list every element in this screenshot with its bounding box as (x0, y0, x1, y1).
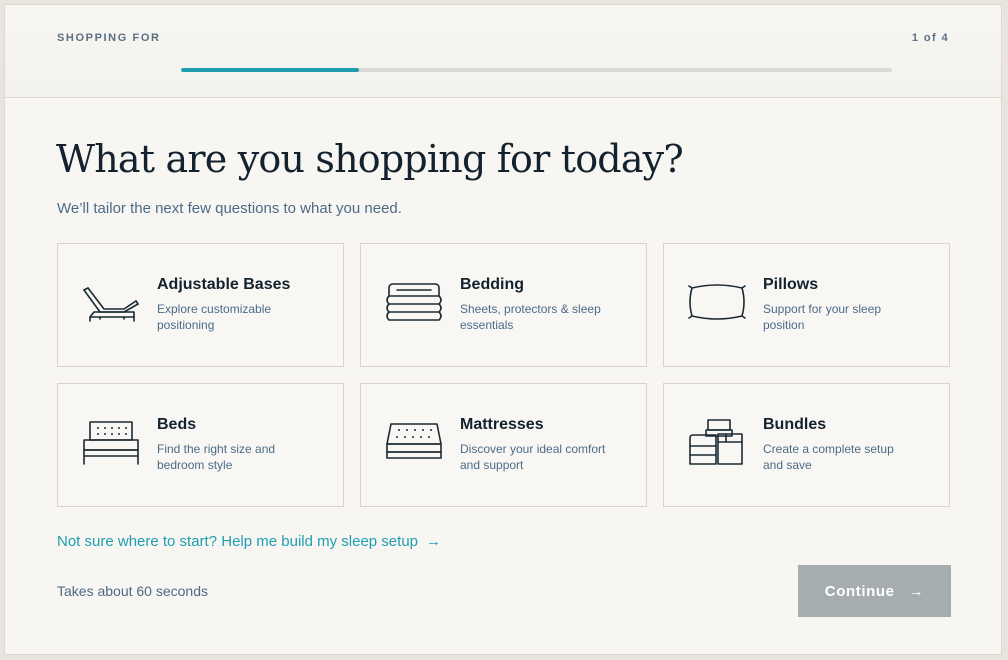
category-description: Discover your ideal comfort and support (460, 442, 606, 472)
category-description: Support for your sleep position (763, 302, 882, 332)
arrow-right-icon: → (426, 533, 442, 550)
page-title: What are you shopping for today? (56, 137, 684, 181)
category-card-pillows[interactable]: Pillows Support for your sleep position (663, 243, 950, 367)
category-grid: Adjustable Bases Explore customizable po… (57, 243, 951, 507)
mattress-icon (383, 416, 445, 476)
adjustable-base-icon (80, 276, 142, 336)
time-estimate: Takes about 60 seconds (57, 583, 208, 599)
category-card-bedding[interactable]: Bedding Sheets, protectors & sleep essen… (360, 243, 647, 367)
category-title: Bundles (763, 416, 827, 433)
bed-icon (80, 416, 142, 476)
step-label: SHOPPING FOR (57, 32, 161, 44)
category-title: Bedding (460, 276, 524, 293)
category-description: Find the right size and bedroom style (157, 442, 276, 472)
category-title: Pillows (763, 276, 819, 293)
arrow-right-icon: → (908, 582, 925, 600)
bedding-icon (383, 276, 445, 336)
page-subtitle: We’ll tailor the next few questions to w… (57, 200, 402, 217)
step-count: 1 of 4 (911, 32, 949, 44)
category-title: Mattresses (460, 416, 544, 433)
category-card-adjustable-bases[interactable]: Adjustable Bases Explore customizable po… (57, 243, 344, 367)
category-card-beds[interactable]: Beds Find the right size and bedroom sty… (57, 383, 344, 507)
category-description: Sheets, protectors & sleep essentials (460, 302, 601, 332)
category-title: Adjustable Bases (157, 276, 291, 293)
continue-label: Continue (824, 582, 895, 600)
bundle-icon (686, 416, 748, 476)
help-link-text: Not sure where to start? Help me build m… (57, 533, 419, 550)
category-description: Explore customizable positioning (157, 302, 272, 332)
help-me-build-link[interactable]: Not sure where to start? Help me build m… (57, 533, 441, 550)
progress-header: SHOPPING FOR 1 of 4 (5, 5, 1001, 98)
progress-fill (181, 68, 359, 72)
category-description: Create a complete setup and save (763, 442, 894, 472)
wizard-panel: SHOPPING FOR 1 of 4 What are you shoppin… (4, 4, 1002, 655)
category-title: Beds (157, 416, 197, 433)
progress-bar (181, 68, 892, 72)
pillow-icon (686, 276, 748, 336)
category-card-mattresses[interactable]: Mattresses Discover your ideal comfort a… (360, 383, 647, 507)
category-card-bundles[interactable]: Bundles Create a complete setup and save (663, 383, 950, 507)
continue-button[interactable]: Continue → (798, 565, 951, 617)
